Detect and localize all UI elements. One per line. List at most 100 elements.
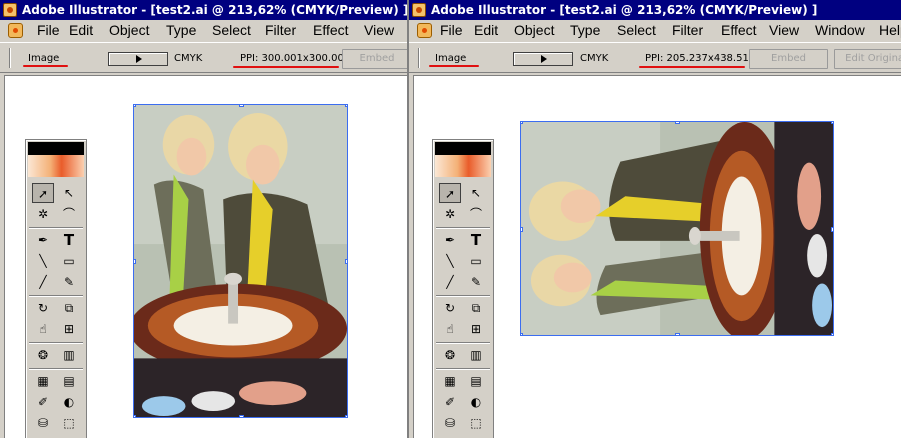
tool-separator	[436, 342, 490, 344]
type-tool-icon[interactable]: T	[465, 230, 487, 250]
rotate-tool-icon[interactable]: ↻	[32, 298, 54, 318]
menu-select[interactable]: Select	[212, 20, 251, 41]
pencil-tool-icon[interactable]: ✎	[465, 272, 487, 292]
selection-handle[interactable]	[521, 227, 523, 232]
tools-panel-header[interactable]	[28, 142, 84, 155]
live-paint-bucket-tool-icon[interactable]: ⛁	[32, 413, 54, 433]
pen-tool-icon[interactable]: ✒	[32, 230, 54, 250]
menu-select[interactable]: Select	[617, 20, 656, 41]
menu-bar: File Edit Object Type Select Filter Effe…	[0, 20, 407, 41]
free-transform-tool-icon[interactable]: ⊞	[58, 319, 80, 339]
pen-tool-icon[interactable]: ✒	[439, 230, 461, 250]
type-tool-icon[interactable]: T	[58, 230, 80, 250]
title-bar[interactable]: Adobe Illustrator - [test2.ai @ 213,62% …	[0, 0, 407, 20]
paintbrush-tool-icon[interactable]: ╱	[439, 272, 461, 292]
edit-original-button[interactable]: Edit Original	[834, 49, 901, 69]
artboard-canvas[interactable]: ➚ ↖ ✲ ⌒ ✒ T ╲ ▭ ╱ ✎ ↻ ⧉ ☝ ⊞ ❂ ▥ ▦ ▤ ✐ ◐ …	[4, 75, 407, 438]
column-graph-tool-icon[interactable]: ▥	[58, 345, 80, 365]
tools-panel-header[interactable]	[435, 142, 491, 155]
lasso-tool-icon[interactable]: ⌒	[465, 204, 487, 224]
selection-handle[interactable]	[521, 333, 523, 335]
live-paint-bucket-tool-icon[interactable]: ⛁	[439, 413, 461, 433]
pencil-tool-icon[interactable]: ✎	[58, 272, 80, 292]
selection-tool-icon[interactable]: ➚	[32, 183, 54, 203]
embed-button[interactable]: Embed	[749, 49, 828, 69]
line-tool-icon[interactable]: ╲	[32, 251, 54, 271]
gradient-tool-icon[interactable]: ▤	[465, 371, 487, 391]
gradient-tool-icon[interactable]: ▤	[58, 371, 80, 391]
eyedropper-tool-icon[interactable]: ✐	[439, 392, 461, 412]
embed-button[interactable]: Embed	[342, 49, 407, 69]
direct-selection-tool-icon[interactable]: ↖	[465, 183, 487, 203]
selection-handle[interactable]	[831, 227, 833, 232]
color-mode-label: CMYK	[580, 53, 609, 64]
menu-window[interactable]: Window	[815, 20, 865, 41]
placed-image-rotated[interactable]	[520, 121, 834, 336]
magic-wand-tool-icon[interactable]: ✲	[439, 204, 461, 224]
scale-tool-icon[interactable]: ⧉	[465, 298, 487, 318]
selection-handle[interactable]	[675, 122, 680, 124]
column-graph-tool-icon[interactable]: ▥	[465, 345, 487, 365]
menu-help[interactable]: Help	[879, 20, 901, 41]
direct-selection-tool-icon[interactable]: ↖	[58, 183, 80, 203]
magic-wand-tool-icon[interactable]: ✲	[32, 204, 54, 224]
menu-file[interactable]: File	[440, 20, 463, 41]
selection-handle[interactable]	[239, 415, 244, 417]
warp-tool-icon[interactable]: ☝	[32, 319, 54, 339]
document-icon[interactable]	[8, 23, 23, 38]
menu-edit[interactable]: Edit	[474, 20, 498, 41]
menu-effect[interactable]: Effect	[313, 20, 349, 41]
selection-handle[interactable]	[134, 105, 136, 107]
rectangle-tool-icon[interactable]: ▭	[465, 251, 487, 271]
selection-handle[interactable]	[521, 122, 523, 124]
menu-object[interactable]: Object	[514, 20, 554, 41]
selection-handle[interactable]	[675, 333, 680, 335]
selection-handle[interactable]	[345, 415, 347, 417]
selection-handle[interactable]	[831, 122, 833, 124]
live-paint-selection-tool-icon[interactable]: ⬚	[58, 413, 80, 433]
control-bar-grip[interactable]	[9, 48, 11, 68]
menu-filter[interactable]: Filter	[265, 20, 296, 41]
illustrator-logo	[435, 155, 491, 177]
symbol-sprayer-tool-icon[interactable]: ❂	[32, 345, 54, 365]
lasso-tool-icon[interactable]: ⌒	[58, 204, 80, 224]
menu-filter[interactable]: Filter	[672, 20, 703, 41]
symbol-sprayer-tool-icon[interactable]: ❂	[439, 345, 461, 365]
eyedropper-tool-icon[interactable]: ✐	[32, 392, 54, 412]
rectangle-tool-icon[interactable]: ▭	[58, 251, 80, 271]
selection-handle[interactable]	[831, 333, 833, 335]
selection-handle[interactable]	[134, 259, 136, 264]
menu-effect[interactable]: Effect	[721, 20, 757, 41]
warp-tool-icon[interactable]: ☝	[439, 319, 461, 339]
free-transform-tool-icon[interactable]: ⊞	[465, 319, 487, 339]
play-button[interactable]	[108, 52, 168, 66]
play-button[interactable]	[513, 52, 573, 66]
paintbrush-tool-icon[interactable]: ╱	[32, 272, 54, 292]
menu-type[interactable]: Type	[570, 20, 600, 41]
mesh-tool-icon[interactable]: ▦	[439, 371, 461, 391]
line-tool-icon[interactable]: ╲	[439, 251, 461, 271]
mesh-tool-icon[interactable]: ▦	[32, 371, 54, 391]
menu-view[interactable]: View	[364, 20, 394, 41]
selection-handle[interactable]	[134, 415, 136, 417]
blend-tool-icon[interactable]: ◐	[465, 392, 487, 412]
control-bar-grip[interactable]	[418, 48, 420, 68]
menu-edit[interactable]: Edit	[69, 20, 93, 41]
title-bar[interactable]: Adobe Illustrator - [test2.ai @ 213,62% …	[409, 0, 901, 20]
selection-handle[interactable]	[239, 105, 244, 107]
selection-handle[interactable]	[345, 105, 347, 107]
rotate-tool-icon[interactable]: ↻	[439, 298, 461, 318]
menu-file[interactable]: File	[37, 20, 60, 41]
selection-tool-icon[interactable]: ➚	[439, 183, 461, 203]
menu-view[interactable]: View	[769, 20, 799, 41]
blend-tool-icon[interactable]: ◐	[58, 392, 80, 412]
menu-type[interactable]: Type	[166, 20, 196, 41]
object-type-label: Image	[435, 53, 467, 64]
live-paint-selection-tool-icon[interactable]: ⬚	[465, 413, 487, 433]
menu-object[interactable]: Object	[109, 20, 149, 41]
document-icon[interactable]	[417, 23, 432, 38]
placed-image[interactable]	[133, 104, 348, 418]
selection-handle[interactable]	[345, 259, 347, 264]
scale-tool-icon[interactable]: ⧉	[58, 298, 80, 318]
artboard-canvas[interactable]: ➚ ↖ ✲ ⌒ ✒ T ╲ ▭ ╱ ✎ ↻ ⧉ ☝ ⊞ ❂ ▥ ▦ ▤ ✐ ◐ …	[413, 75, 901, 438]
